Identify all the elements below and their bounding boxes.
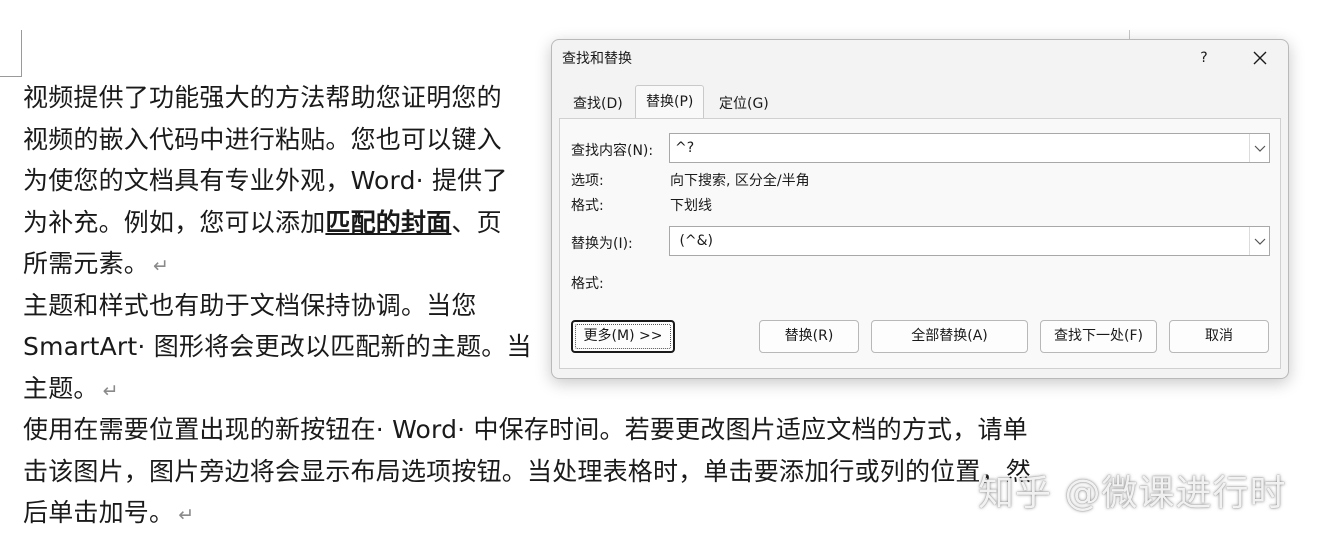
- find-input[interactable]: [670, 134, 1248, 162]
- replace-input[interactable]: [670, 227, 1248, 255]
- cancel-button[interactable]: 取消: [1169, 320, 1269, 353]
- dialog-title: 查找和替换: [562, 51, 632, 67]
- more-button[interactable]: 更多(M) >>: [571, 320, 675, 353]
- tab-replace[interactable]: 替换(P): [635, 85, 705, 118]
- paragraph-mark-icon: ↵: [178, 504, 195, 526]
- find-replace-dialog: 查找和替换 ? 查找(D) 替换(P) 定位(G) 查找内容(N): 选项: 向…: [551, 39, 1289, 379]
- options-value: 向下搜索, 区分全/半角: [670, 173, 810, 189]
- replace-button[interactable]: 替换(R): [759, 320, 859, 353]
- options-label: 选项:: [571, 173, 604, 189]
- paragraph-mark-icon: ↵: [102, 379, 119, 402]
- margin-corner-mark: [21, 30, 22, 77]
- find-combo[interactable]: [669, 133, 1270, 163]
- close-button[interactable]: [1247, 45, 1273, 71]
- close-icon: [1253, 51, 1267, 65]
- margin-corner-mark: [0, 76, 22, 77]
- chevron-down-icon: [1254, 238, 1266, 245]
- help-button[interactable]: ?: [1192, 46, 1216, 70]
- format-value: 下划线: [670, 198, 712, 214]
- doc-line: 使用在需要位置出现的新按钮在· Word· 中保存时间。若要更改图片适应文档的方…: [23, 415, 1028, 444]
- tab-find[interactable]: 查找(D): [563, 90, 633, 118]
- find-dropdown-button[interactable]: [1249, 134, 1269, 162]
- focus-ring: [575, 324, 671, 349]
- replace-combo[interactable]: [669, 226, 1270, 256]
- dialog-titlebar[interactable]: 查找和替换 ?: [552, 40, 1288, 76]
- replace-label: 替换为(I):: [571, 236, 633, 252]
- underlined-bold-text: 匹配的封面: [325, 207, 452, 237]
- watermark: 知乎 @微课进行时: [978, 473, 1287, 514]
- replace-dropdown-button[interactable]: [1249, 227, 1269, 255]
- find-label: 查找内容(N):: [571, 143, 654, 159]
- doc-line: 击该图片，图片旁边将会显示布局选项按钮。当处理表格时，单击要添加行或列的位置，然: [23, 456, 1032, 486]
- replace-format-label: 格式:: [571, 276, 604, 292]
- paragraph-mark-icon: ↵: [153, 255, 170, 277]
- replace-all-button[interactable]: 全部替换(A): [871, 320, 1028, 353]
- tab-goto[interactable]: 定位(G): [709, 90, 779, 118]
- chevron-down-icon: [1254, 145, 1266, 152]
- doc-line: 后单击加号。 ↵: [23, 498, 195, 527]
- find-next-button[interactable]: 查找下一处(F): [1040, 320, 1157, 353]
- format-label: 格式:: [571, 198, 604, 214]
